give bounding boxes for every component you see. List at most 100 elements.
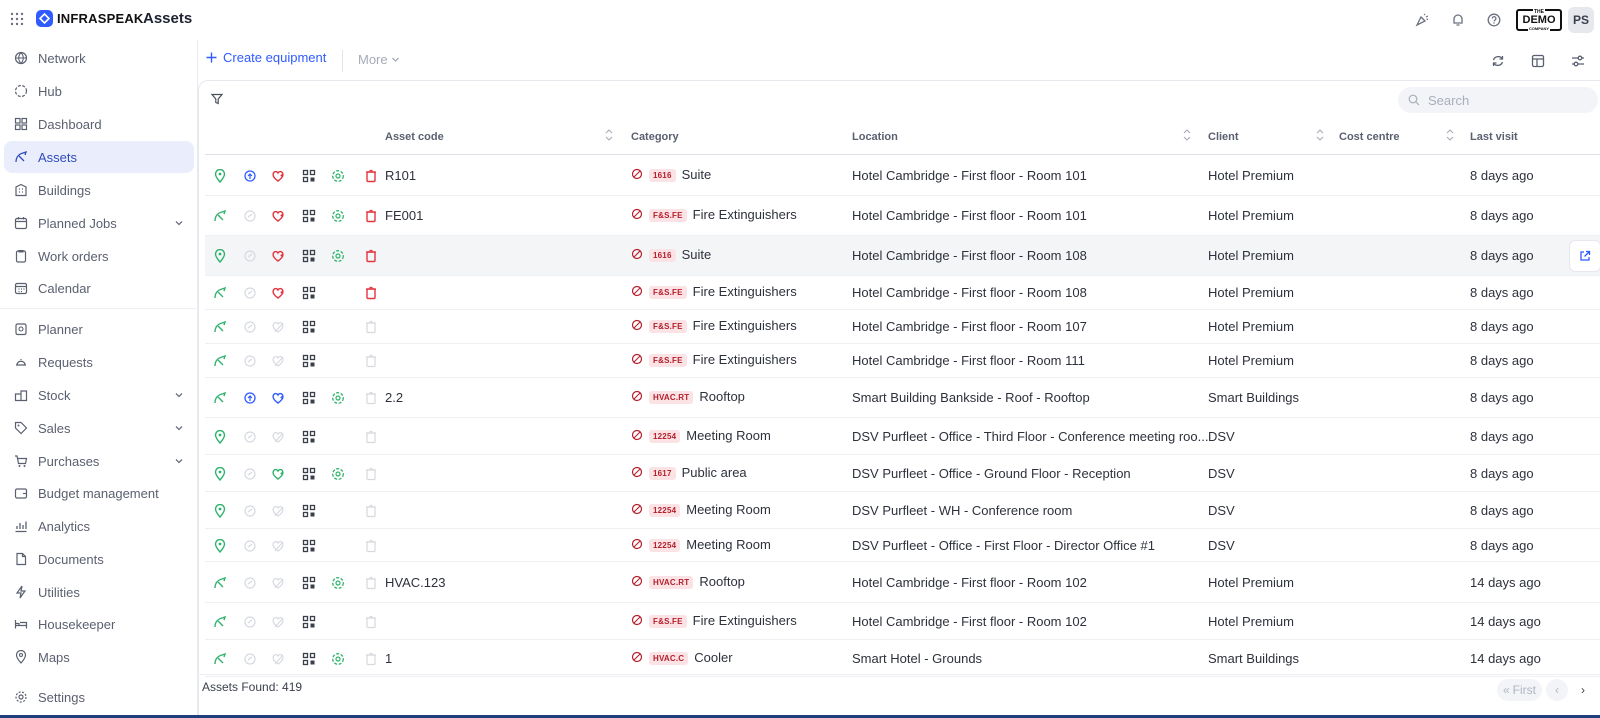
sort-icon[interactable]	[1183, 127, 1191, 143]
column-header-category[interactable]: Category	[631, 131, 679, 143]
qr-code-icon[interactable]	[302, 320, 316, 334]
sidebar-item-maps[interactable]: Maps	[4, 641, 194, 673]
sync-icon[interactable]	[243, 249, 257, 263]
create-equipment-button[interactable]: Create equipment	[206, 50, 326, 65]
qr-code-icon[interactable]	[302, 467, 316, 481]
sync-icon[interactable]	[243, 209, 257, 223]
heart-plus-icon[interactable]	[271, 249, 285, 263]
lifecycle-icon[interactable]	[331, 576, 345, 590]
chevron-down-icon[interactable]	[174, 423, 184, 433]
qr-code-icon[interactable]	[302, 576, 316, 590]
column-header-asset-code[interactable]: Asset code	[385, 131, 444, 143]
sidebar-item-sales[interactable]: Sales	[4, 412, 194, 444]
sidebar-item-planner[interactable]: Planner	[4, 313, 194, 345]
sort-icon[interactable]	[605, 127, 613, 143]
lifecycle-icon[interactable]	[331, 169, 345, 183]
table-row[interactable]: 1616 Suite Hotel Cambridge - First floor -…	[205, 236, 1600, 276]
qr-code-icon[interactable]	[302, 652, 316, 666]
heart-check-icon[interactable]	[271, 430, 285, 444]
whats-new-icon[interactable]	[1404, 6, 1440, 34]
sidebar-item-utilities[interactable]: Utilities	[4, 576, 194, 608]
sidebar-item-analytics[interactable]: Analytics	[4, 510, 194, 542]
delete-icon[interactable]	[364, 320, 378, 334]
apps-grid-icon[interactable]	[10, 12, 24, 26]
delete-icon[interactable]	[364, 354, 378, 368]
asset-icon[interactable]	[213, 576, 227, 590]
qr-code-icon[interactable]	[302, 286, 316, 300]
sidebar-item-budget-management[interactable]: Budget management	[4, 477, 194, 509]
column-header-client[interactable]: Client	[1208, 131, 1239, 143]
lifecycle-icon[interactable]	[331, 249, 345, 263]
heart-plus-icon[interactable]	[271, 209, 285, 223]
sync-icon[interactable]	[243, 504, 257, 518]
sync-icon[interactable]	[243, 467, 257, 481]
delete-icon[interactable]	[364, 576, 378, 590]
asset-icon[interactable]	[213, 615, 227, 629]
table-row[interactable]: F&S.FE Fire Extinguishers Hotel Cambridge …	[205, 276, 1600, 310]
qr-code-icon[interactable]	[302, 615, 316, 629]
table-row[interactable]: 12254 Meeting Room DSV Purfleet - Office -…	[205, 529, 1600, 562]
asset-icon[interactable]	[213, 209, 227, 223]
sync-icon[interactable]	[243, 539, 257, 553]
sync-icon[interactable]	[243, 576, 257, 590]
sidebar-item-work-orders[interactable]: Work orders	[4, 240, 194, 272]
more-dropdown-button[interactable]: More	[358, 52, 400, 67]
sync-icon[interactable]	[243, 286, 257, 300]
qr-code-icon[interactable]	[302, 354, 316, 368]
company-logo-badge[interactable]: DEMO THE COMPANY	[1516, 9, 1562, 31]
sidebar-item-purchases[interactable]: Purchases	[4, 445, 194, 477]
help-icon[interactable]	[1476, 6, 1512, 34]
columns-layout-icon[interactable]	[1522, 48, 1554, 74]
asset-code-cell[interactable]: HVAC.123	[385, 575, 445, 590]
sidebar-item-assets[interactable]: Assets	[4, 141, 194, 173]
map-pin-icon[interactable]	[213, 249, 227, 263]
next-page-button[interactable]: ›	[1572, 679, 1594, 701]
sidebar-item-buildings[interactable]: Buildings	[4, 174, 194, 206]
delete-icon[interactable]	[364, 615, 378, 629]
sync-icon[interactable]	[243, 615, 257, 629]
table-row[interactable]: 2.2 HVAC.RT Rooftop Smart Building Bankside…	[205, 378, 1600, 418]
sidebar-item-stock[interactable]: Stock	[4, 379, 194, 411]
notifications-bell-icon[interactable]	[1440, 6, 1476, 34]
sidebar-item-documents[interactable]: Documents	[4, 543, 194, 575]
chevron-down-icon[interactable]	[174, 456, 184, 466]
open-external-button[interactable]	[1569, 240, 1600, 272]
delete-icon[interactable]	[364, 467, 378, 481]
table-row[interactable]: F&S.FE Fire Extinguishers Hotel Cambridge …	[205, 310, 1600, 344]
asset-icon[interactable]	[213, 286, 227, 300]
qr-code-icon[interactable]	[302, 430, 316, 444]
delete-icon[interactable]	[364, 286, 378, 300]
brand-logo[interactable]: INFRASPEAK	[36, 10, 144, 27]
qr-code-icon[interactable]	[302, 539, 316, 553]
asset-icon[interactable]	[213, 652, 227, 666]
sync-icon[interactable]	[243, 652, 257, 666]
table-row[interactable]: FE001 F&S.FE Fire Extinguishers Hotel Cambr…	[205, 196, 1600, 236]
delete-icon[interactable]	[364, 539, 378, 553]
table-row[interactable]: 12254 Meeting Room DSV Purfleet - Office -…	[205, 418, 1600, 455]
qr-code-icon[interactable]	[302, 169, 316, 183]
delete-icon[interactable]	[364, 430, 378, 444]
table-row[interactable]: F&S.FE Fire Extinguishers Hotel Cambridge …	[205, 344, 1600, 378]
qr-code-icon[interactable]	[302, 391, 316, 405]
table-row[interactable]: HVAC.123 HVAC.RT Rooftop Hotel Cambridge - …	[205, 562, 1600, 603]
sync-icon[interactable]	[243, 430, 257, 444]
qr-code-icon[interactable]	[302, 504, 316, 518]
lifecycle-icon[interactable]	[331, 652, 345, 666]
heart-plus-icon[interactable]	[271, 169, 285, 183]
lifecycle-icon[interactable]	[331, 467, 345, 481]
lifecycle-icon[interactable]	[331, 391, 345, 405]
delete-icon[interactable]	[364, 504, 378, 518]
asset-code-cell[interactable]: 2.2	[385, 390, 403, 405]
heart-check-icon[interactable]	[271, 652, 285, 666]
heart-check-icon[interactable]	[271, 576, 285, 590]
sort-icon[interactable]	[1316, 127, 1324, 143]
heart-plus-icon[interactable]	[271, 467, 285, 481]
search-box[interactable]	[1398, 87, 1598, 113]
asset-code-cell[interactable]: R101	[385, 168, 416, 183]
lifecycle-icon[interactable]	[331, 209, 345, 223]
delete-icon[interactable]	[364, 652, 378, 666]
map-pin-icon[interactable]	[213, 504, 227, 518]
table-row[interactable]: 1617 Public area DSV Purfleet - Office - G…	[205, 455, 1600, 492]
map-pin-icon[interactable]	[213, 467, 227, 481]
sidebar-item-calendar[interactable]: Calendar	[4, 272, 194, 304]
